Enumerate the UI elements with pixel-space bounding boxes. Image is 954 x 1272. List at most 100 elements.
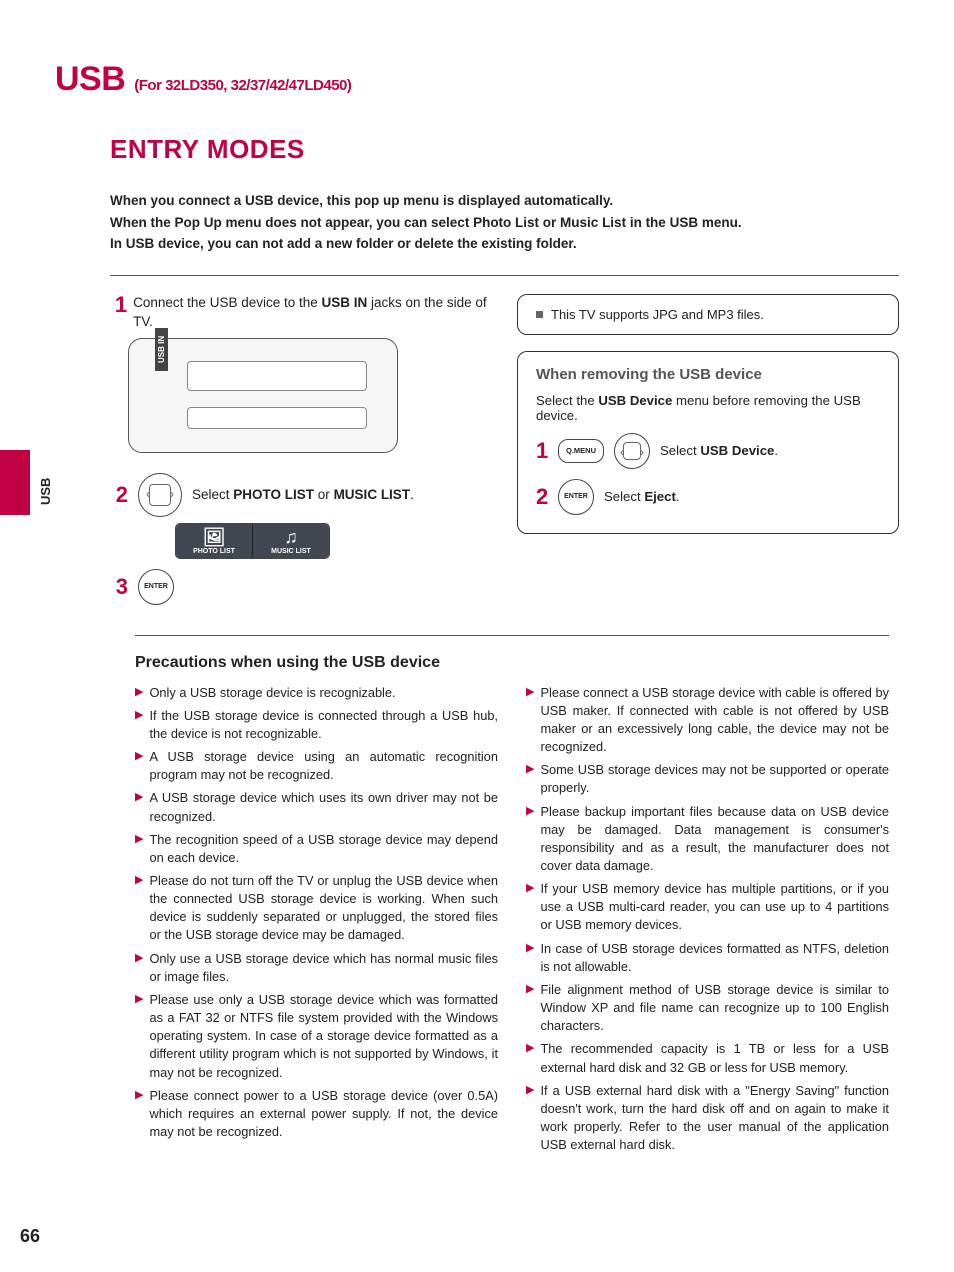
t: .: [676, 489, 680, 504]
precaution-text: Only use a USB storage device which has …: [149, 950, 498, 986]
precautions-title: Precautions when using the USB device: [135, 635, 889, 672]
step-3: 3 ENTER: [110, 569, 492, 605]
precautions-right: ▶Please connect a USB storage device wit…: [526, 684, 889, 1160]
precaution-item: ▶If a USB external hard disk with a "Ene…: [526, 1082, 889, 1155]
precaution-text: In case of USB storage devices formatted…: [540, 940, 889, 976]
precaution-text: Please connect a USB storage device with…: [540, 684, 889, 757]
triangle-icon: ▶: [135, 749, 143, 784]
precautions-left: ▶ Only a USB storage device is recognizab…: [135, 684, 498, 1160]
precaution-item: ▶Please connect a USB storage device wit…: [526, 684, 889, 757]
menu-strip: 🖼 PHOTO LIST ♫ MUSIC LIST: [175, 523, 330, 559]
precaution-text: The recognition speed of a USB storage d…: [149, 831, 498, 867]
intro-block: When you connect a USB device, this pop …: [110, 190, 889, 255]
bullet-icon: [536, 311, 543, 318]
step-2-text: Select PHOTO LIST or MUSIC LIST.: [192, 487, 414, 502]
step-number: 3: [110, 576, 128, 598]
precaution-item: ▶Please connect power to a USB storage d…: [135, 1087, 498, 1141]
remove-desc: Select the USB Device menu before removi…: [536, 393, 880, 423]
precaution-item: ▶Please do not turn off the TV or unplug…: [135, 872, 498, 945]
triangle-icon: ▶: [526, 685, 534, 757]
triangle-icon: ▶: [135, 708, 143, 743]
t: MUSIC LIST: [334, 487, 411, 502]
remove-step2-text: Select Eject.: [604, 489, 680, 504]
precaution-text: Only a USB storage device is recognizabl…: [149, 684, 395, 702]
remove-step-1: 1 Q.MENU Select USB Device.: [536, 433, 880, 469]
dpad-button: [138, 473, 182, 517]
t: USB Device: [598, 393, 672, 408]
t: PHOTO LIST: [233, 487, 314, 502]
note-box: This TV supports JPG and MP3 files.: [517, 294, 899, 335]
triangle-icon: ▶: [526, 941, 534, 976]
menu-label: MUSIC LIST: [271, 548, 311, 555]
precaution-text: The recommended capacity is 1 TB or less…: [540, 1040, 889, 1076]
t: Eject: [644, 489, 676, 504]
precaution-item: ▶Please backup important files because d…: [526, 803, 889, 876]
precaution-text: Please connect power to a USB storage de…: [149, 1087, 498, 1141]
qmenu-label: Q.MENU: [566, 446, 596, 455]
step-number: 1: [110, 294, 127, 316]
step-number: 1: [536, 440, 548, 462]
precaution-text: Please do not turn off the TV or unplug …: [149, 872, 498, 945]
title-main: USB: [55, 60, 125, 98]
intro-line: In USB device, you can not add a new fol…: [110, 233, 889, 255]
precaution-item: ▶If your USB memory device has multiple …: [526, 880, 889, 934]
t: or: [314, 487, 334, 502]
triangle-icon: ▶: [135, 951, 143, 986]
precaution-item: ▶A USB storage device which uses its own…: [135, 789, 498, 825]
step-2: 2 Select PHOTO LIST or MUSIC LIST.: [110, 473, 492, 517]
intro-line: When you connect a USB device, this pop …: [110, 190, 889, 212]
triangle-icon: ▶: [135, 685, 143, 702]
precaution-text: A USB storage device using an automatic …: [149, 748, 498, 784]
precaution-item: ▶The recognition speed of a USB storage …: [135, 831, 498, 867]
remove-box: When removing the USB device Select the …: [517, 351, 899, 534]
triangle-icon: ▶: [526, 1041, 534, 1076]
menu-label: PHOTO LIST: [193, 548, 235, 555]
note-text: This TV supports JPG and MP3 files.: [551, 307, 764, 322]
menu-item-music: ♫ MUSIC LIST: [253, 524, 329, 558]
remove-step1-text: Select USB Device.: [660, 443, 778, 458]
precaution-item: ▶Please use only a USB storage device wh…: [135, 991, 498, 1082]
step-number: 2: [536, 486, 548, 508]
precaution-item: ▶ Only a USB storage device is recognizab…: [135, 684, 498, 702]
precaution-item: ▶ Only use a USB storage device which ha…: [135, 950, 498, 986]
precaution-item: ▶File alignment method of USB storage de…: [526, 981, 889, 1035]
precaution-item: ▶Some USB storage devices may not be sup…: [526, 761, 889, 797]
triangle-icon: ▶: [135, 790, 143, 825]
precaution-item: ▶In case of USB storage devices formatte…: [526, 940, 889, 976]
usb-diagram: USB IN: [128, 338, 398, 453]
intro-line: When the Pop Up menu does not appear, yo…: [110, 212, 889, 234]
step-1-text: Connect the USB device to the USB IN jac…: [133, 294, 492, 332]
usb-port-icon: [187, 361, 367, 391]
triangle-icon: ▶: [526, 982, 534, 1035]
t: .: [774, 443, 778, 458]
enter-button: ENTER: [558, 479, 594, 515]
triangle-icon: ▶: [135, 873, 143, 945]
t: Select: [660, 443, 700, 458]
enter-label: ENTER: [564, 493, 588, 500]
t: USB Device: [700, 443, 774, 458]
t: Select: [192, 487, 233, 502]
precautions-columns: ▶ Only a USB storage device is recognizab…: [135, 684, 889, 1160]
precaution-text: Please use only a USB storage device whi…: [149, 991, 498, 1082]
triangle-icon: ▶: [135, 992, 143, 1082]
precaution-text: Some USB storage devices may not be supp…: [540, 761, 889, 797]
menu-item-photo: 🖼 PHOTO LIST: [176, 524, 253, 558]
step-number: 2: [110, 484, 128, 506]
triangle-icon: ▶: [526, 762, 534, 797]
enter-label: ENTER: [144, 583, 168, 590]
precaution-text: If your USB memory device has multiple p…: [540, 880, 889, 934]
usb-in-label: USB IN: [155, 327, 168, 370]
triangle-icon: ▶: [526, 804, 534, 876]
triangle-icon: ▶: [135, 1088, 143, 1141]
triangle-icon: ▶: [526, 1083, 534, 1155]
page-title: USB (For 32LD350, 32/37/42/47LD450): [55, 60, 899, 99]
precaution-text: If the USB storage device is connected t…: [149, 707, 498, 743]
t: Select: [604, 489, 644, 504]
precaution-item: ▶If the USB storage device is connected …: [135, 707, 498, 743]
precaution-text: If a USB external hard disk with a "Ener…: [540, 1082, 889, 1155]
enter-button: ENTER: [138, 569, 174, 605]
remove-title: When removing the USB device: [536, 366, 880, 383]
title-sub: (For 32LD350, 32/37/42/47LD450): [134, 77, 351, 94]
dpad-button: [614, 433, 650, 469]
photo-icon: 🖼: [203, 528, 226, 546]
